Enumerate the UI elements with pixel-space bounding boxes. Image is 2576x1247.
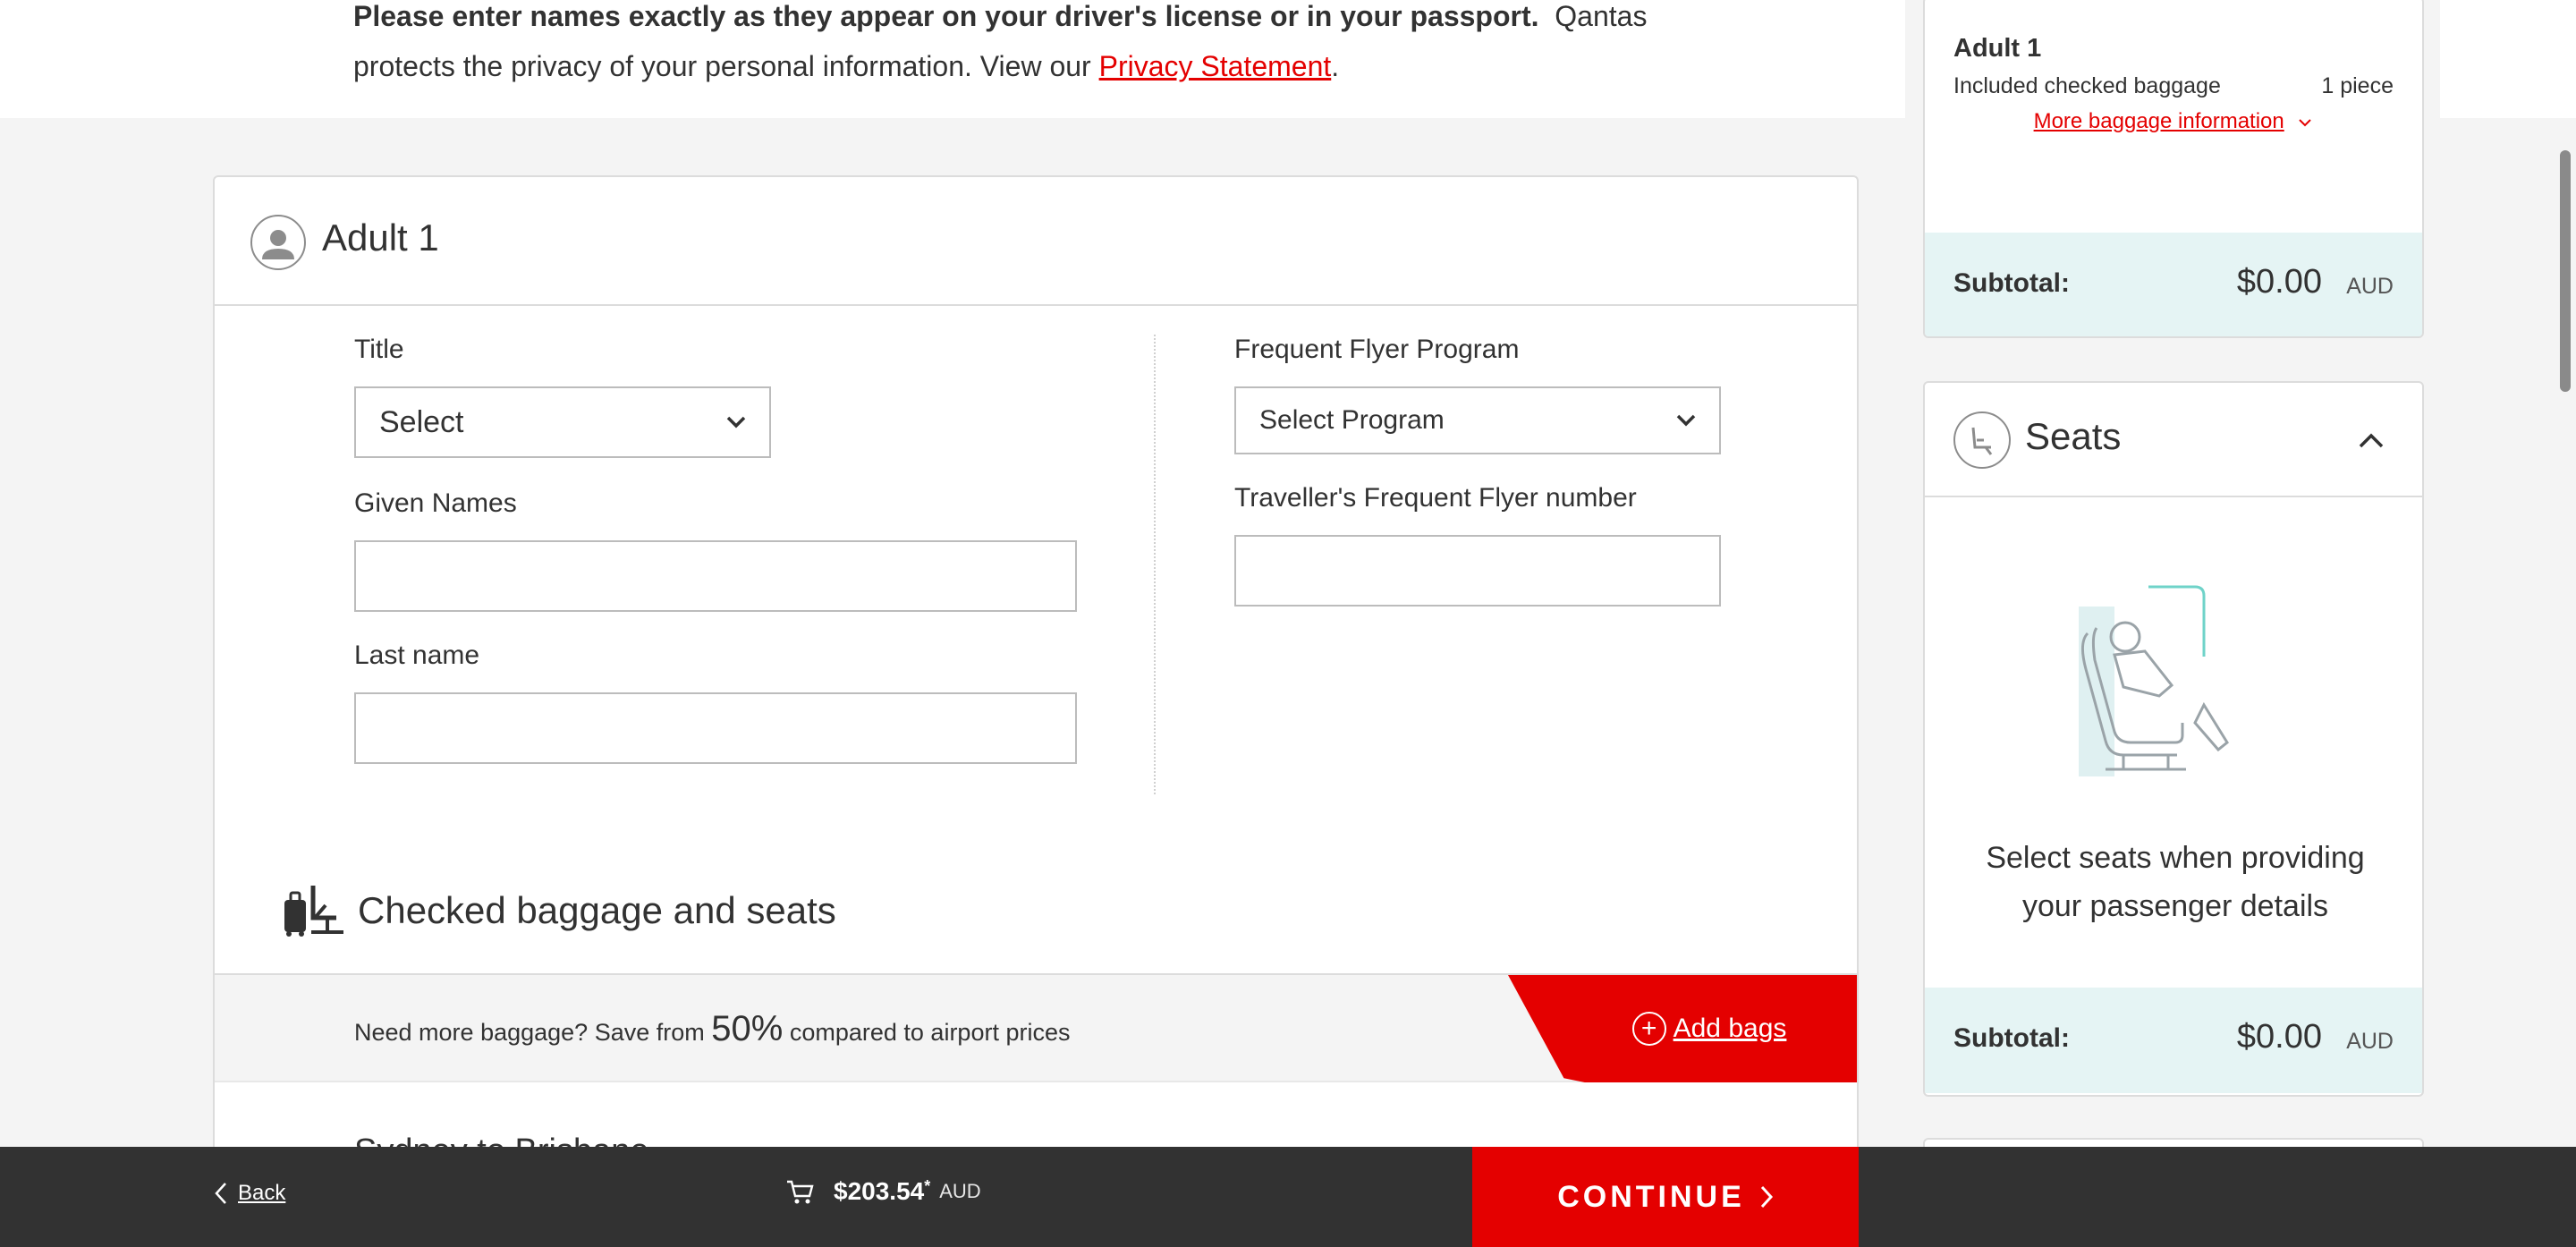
title-select[interactable]: Select	[354, 386, 771, 458]
passenger-card-header: Adult 1	[215, 177, 1857, 306]
add-bags-button[interactable]: + Add bags	[1508, 975, 1857, 1082]
notice-text: Please enter names exactly as they appea…	[353, 0, 1749, 91]
more-baggage-link[interactable]: More baggage information	[1925, 109, 2422, 134]
notice-bold: Please enter names exactly as they appea…	[353, 0, 1539, 32]
chevron-up-icon[interactable]	[2358, 431, 2385, 449]
subtotal-value: $0.00	[2236, 1018, 2322, 1056]
more-baggage-label: More baggage information	[2033, 109, 2284, 133]
cart-total: $203.54* AUD	[785, 1177, 981, 1206]
subtotal-label: Subtotal:	[1953, 268, 2070, 298]
page-scrollbar[interactable]	[2560, 150, 2571, 392]
total-value: $203.54	[834, 1177, 925, 1205]
add-bags-label: Add bags	[1673, 1014, 1787, 1043]
bottom-action-bar: Back $203.54* AUD CONTINUE	[0, 1147, 2576, 1247]
promo-suffix: compared to airport prices	[789, 1019, 1071, 1046]
last-name-label: Last name	[354, 640, 480, 670]
title-label: Title	[354, 335, 404, 364]
chevron-down-icon	[2299, 119, 2312, 127]
baggage-seat-icon	[284, 886, 343, 937]
subtotal-label: Subtotal:	[1953, 1023, 2070, 1053]
baggage-promo: Need more baggage? Save from 50% compare…	[215, 973, 1857, 1082]
subtotal-currency: AUD	[2346, 274, 2394, 299]
person-icon	[250, 215, 306, 270]
notice-period: .	[1331, 50, 1340, 82]
ff-number-label: Traveller's Frequent Flyer number	[1234, 483, 1637, 513]
passenger-title: Adult 1	[322, 216, 439, 259]
seat-illustration	[2079, 585, 2229, 776]
notice-strip-right	[2440, 0, 2576, 118]
column-divider	[1154, 335, 1156, 794]
cart-icon	[787, 1180, 814, 1204]
baggage-heading-text: Checked baggage and seats	[358, 889, 836, 931]
ff-program-label: Frequent Flyer Program	[1234, 335, 1520, 364]
included-baggage-value: 1 piece	[2321, 73, 2394, 98]
chevron-down-icon	[1676, 414, 1696, 427]
ff-program-value: Select Program	[1259, 405, 1445, 435]
last-name-input[interactable]	[354, 692, 1077, 764]
given-names-label: Given Names	[354, 488, 517, 518]
seats-subtotal: Subtotal: $0.00 AUD	[1925, 988, 2422, 1093]
ff-number-input[interactable]	[1234, 535, 1721, 607]
seats-title: Seats	[2025, 415, 2122, 457]
passenger-card: Adult 1 Title Select Given Names Last na…	[213, 175, 1859, 1247]
promo-prefix: Need more baggage? Save from	[354, 1019, 705, 1046]
promo-text: Need more baggage? Save from 50% compare…	[354, 1009, 1070, 1049]
back-link[interactable]: Back	[215, 1181, 285, 1206]
baggage-heading: Checked baggage and seats	[281, 884, 836, 937]
given-names-input[interactable]	[354, 540, 1077, 612]
seats-card-header[interactable]: Seats	[1925, 383, 2422, 497]
baggage-summary-card: Adult 1 Included checked baggage 1 piece…	[1923, 0, 2424, 338]
title-select-value: Select	[379, 404, 464, 439]
ff-program-select[interactable]: Select Program	[1234, 386, 1721, 454]
chevron-right-icon	[1760, 1185, 1773, 1209]
subtotal-value: $0.00	[2236, 263, 2322, 301]
plus-circle-icon: +	[1631, 1012, 1666, 1046]
seats-card: Seats Select seats when providing your p…	[1923, 381, 2424, 1097]
continue-button[interactable]: CONTINUE	[1472, 1147, 1859, 1247]
total-amount: $203.54*	[834, 1177, 930, 1206]
seat-icon	[1953, 411, 2011, 469]
total-currency: AUD	[939, 1180, 981, 1202]
chevron-left-icon	[215, 1183, 226, 1204]
chevron-down-icon	[726, 416, 746, 428]
summary-passenger: Adult 1	[1953, 34, 2042, 63]
baggage-subtotal: Subtotal: $0.00 AUD	[1925, 233, 2422, 336]
privacy-notice: Please enter names exactly as they appea…	[0, 0, 1905, 118]
back-label: Back	[238, 1181, 286, 1205]
privacy-statement-link[interactable]: Privacy Statement	[1099, 50, 1332, 82]
seats-message: Select seats when providing your passeng…	[1986, 841, 2365, 923]
subtotal-currency: AUD	[2346, 1029, 2394, 1054]
promo-percent: 50%	[711, 1009, 784, 1048]
total-asterisk: *	[924, 1177, 931, 1195]
included-baggage-label: Included checked baggage	[1953, 73, 2221, 98]
continue-label: CONTINUE	[1557, 1179, 1745, 1214]
